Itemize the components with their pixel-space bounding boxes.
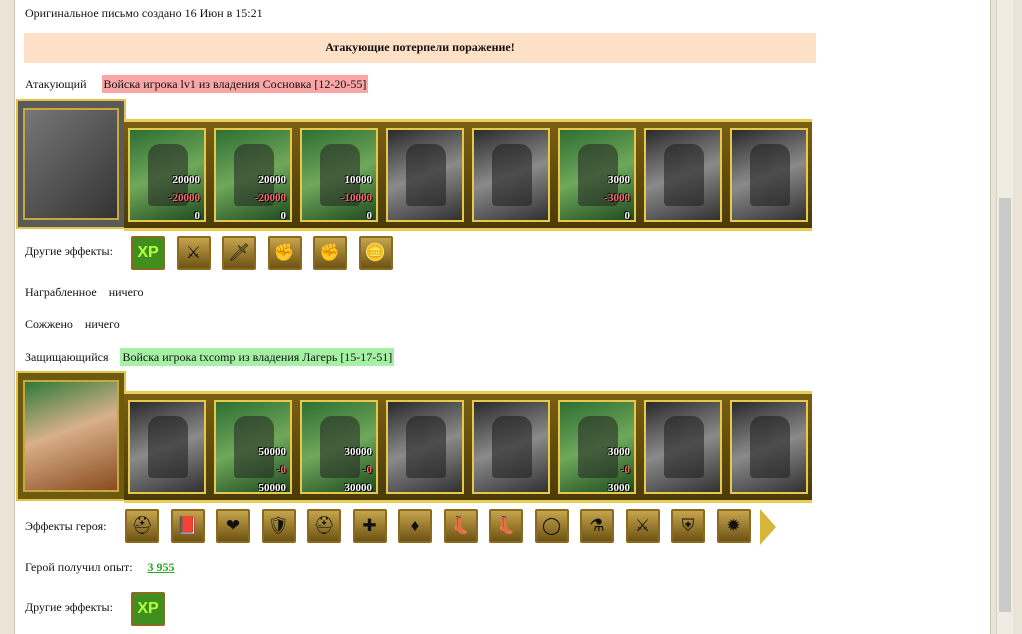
attacker-troop-slot[interactable] bbox=[730, 128, 808, 222]
attacker-troop-slot[interactable]: 20000 -20000 0 bbox=[128, 128, 206, 222]
troop-count: 30000 bbox=[344, 446, 373, 458]
unit-figure-icon bbox=[492, 144, 532, 206]
troop-count: 20000 bbox=[172, 174, 201, 186]
troop-count: 3000 bbox=[608, 174, 630, 186]
more-effects-arrow-icon[interactable] bbox=[760, 509, 776, 545]
ring-icon[interactable]: ◯ bbox=[534, 509, 569, 543]
attacker-troops: 20000 -20000 0 20000 -20000 0 10000 -10000 0 3000… bbox=[124, 119, 812, 231]
burned-label: Сожжено bbox=[25, 317, 73, 331]
exp-row: Герой получил опыт: 3 955 bbox=[25, 560, 175, 575]
result-banner: Атакующие потерпели поражение! bbox=[24, 33, 816, 63]
flask-icon[interactable]: ⚗ bbox=[580, 509, 614, 543]
troop-left: 0 bbox=[194, 210, 201, 222]
burned-value: ничего bbox=[84, 317, 120, 331]
defender-troops: 50000 -0 50000 30000 -0 30000 3000 -0 3000 bbox=[124, 391, 812, 503]
troop-left: 50000 bbox=[258, 482, 287, 494]
unit-figure-icon bbox=[406, 144, 446, 206]
boots-red-icon[interactable]: 👢 bbox=[443, 509, 478, 543]
attacker-army-link[interactable]: Войска игрока lv1 из владения Сосновка [… bbox=[101, 75, 369, 93]
defender-row: Защищающийся Войска игрока txcomp из вла… bbox=[25, 348, 395, 366]
defender-troop-slot[interactable] bbox=[128, 400, 206, 494]
troop-count: 10000 bbox=[344, 174, 373, 186]
unit-figure-icon bbox=[750, 144, 790, 206]
attacker-troop-slot[interactable] bbox=[386, 128, 464, 222]
coins-icon[interactable]: 🪙 bbox=[358, 236, 393, 270]
unit-figure-icon bbox=[664, 144, 704, 206]
shield-icon[interactable]: 🛡 bbox=[261, 509, 296, 543]
attacker-troop-slot[interactable] bbox=[644, 128, 722, 222]
boots-gold-icon[interactable]: 👢 bbox=[489, 509, 523, 543]
boot-sword-icon[interactable]: ⚔ bbox=[176, 236, 211, 270]
defender-label: Защищающийся bbox=[25, 350, 109, 364]
troop-count: 3000 bbox=[608, 446, 630, 458]
fist-sword-icon[interactable]: ✊ bbox=[313, 236, 347, 270]
scrollbar-thumb[interactable] bbox=[999, 198, 1011, 612]
cannon-icon[interactable]: ✹ bbox=[716, 509, 751, 543]
defender-other-effects-label: Другие эффекты: bbox=[25, 600, 113, 614]
troop-count: 50000 bbox=[258, 446, 287, 458]
sword-icon[interactable]: 🗡 bbox=[222, 236, 256, 270]
attacker-hero-portrait[interactable] bbox=[16, 99, 126, 229]
troop-loss: -20000 bbox=[254, 192, 286, 204]
troop-loss: -3000 bbox=[604, 192, 630, 204]
troop-loss: -10000 bbox=[340, 192, 372, 204]
attacker-troop-slot[interactable]: 10000 -10000 0 bbox=[300, 128, 378, 222]
troop-loss: -0 bbox=[362, 464, 372, 476]
defender-troop-slot[interactable]: 3000 -0 3000 bbox=[558, 400, 636, 494]
exp-label: Герой получил опыт: bbox=[25, 560, 133, 574]
exp-value[interactable]: 3 955 bbox=[148, 560, 175, 574]
defender-troop-slot[interactable]: 50000 -0 50000 bbox=[214, 400, 292, 494]
defender-troop-slot[interactable] bbox=[386, 400, 464, 494]
xp-icon[interactable]: XP bbox=[131, 236, 165, 270]
defender-troop-slot[interactable] bbox=[472, 400, 550, 494]
troop-loss: -0 bbox=[276, 464, 286, 476]
attacker-troop-slot[interactable]: 3000 -3000 0 bbox=[558, 128, 636, 222]
unit-figure-icon bbox=[750, 416, 790, 478]
troop-loss: -0 bbox=[620, 464, 630, 476]
hero-effects-label: Эффекты героя: bbox=[25, 519, 107, 533]
plundered-row: Награбленное ничего bbox=[25, 285, 144, 300]
unit-figure-icon bbox=[406, 416, 446, 478]
burned-row: Сожжено ничего bbox=[25, 317, 120, 332]
troop-count: 20000 bbox=[258, 174, 287, 186]
helmet-grey-icon[interactable]: ⛑ bbox=[125, 509, 159, 543]
heart-icon[interactable]: ❤ bbox=[216, 509, 250, 543]
helmet-blue-icon[interactable]: ⛑ bbox=[307, 509, 341, 543]
scrollbar[interactable] bbox=[996, 0, 1013, 634]
attacker-other-effects-label: Другие эффекты: bbox=[25, 244, 113, 258]
unit-figure-icon bbox=[492, 416, 532, 478]
book-icon[interactable]: 📕 bbox=[170, 509, 205, 543]
medal-icon[interactable]: ✚ bbox=[352, 509, 387, 543]
troop-left: 0 bbox=[624, 210, 631, 222]
shield-cross-icon[interactable]: ⛨ bbox=[671, 509, 705, 543]
unit-figure-icon bbox=[148, 416, 188, 478]
plundered-label: Награбленное bbox=[25, 285, 97, 299]
attacker-label: Атакующий bbox=[25, 77, 87, 91]
defender-troop-slot[interactable] bbox=[644, 400, 722, 494]
defender-troop-slot[interactable]: 30000 -0 30000 bbox=[300, 400, 378, 494]
attacker-row: Атакующий Войска игрока lv1 из владения … bbox=[25, 75, 369, 93]
troop-left: 0 bbox=[280, 210, 287, 222]
attacker-troop-slot[interactable] bbox=[472, 128, 550, 222]
unit-figure-icon bbox=[664, 416, 704, 478]
troop-left: 3000 bbox=[608, 482, 630, 494]
sword-gold-icon[interactable]: ⚔ bbox=[625, 509, 660, 543]
plundered-value: ничего bbox=[108, 285, 144, 299]
xp-icon[interactable]: XP bbox=[131, 592, 165, 626]
defender-troop-slot[interactable] bbox=[730, 400, 808, 494]
troop-left: 0 bbox=[366, 210, 373, 222]
gem-icon[interactable]: ♦ bbox=[398, 509, 432, 543]
defender-hero-portrait[interactable] bbox=[16, 371, 126, 501]
troop-left: 30000 bbox=[344, 482, 373, 494]
defender-army-link[interactable]: Войска игрока txcomp из владения Лагерь … bbox=[120, 348, 395, 366]
fist-sword-icon[interactable]: ✊ bbox=[267, 236, 302, 270]
attacker-troop-slot[interactable]: 20000 -20000 0 bbox=[214, 128, 292, 222]
created-line: Оригинальное письмо создано 16 Июн в 15:… bbox=[25, 6, 263, 20]
troop-loss: -20000 bbox=[168, 192, 200, 204]
